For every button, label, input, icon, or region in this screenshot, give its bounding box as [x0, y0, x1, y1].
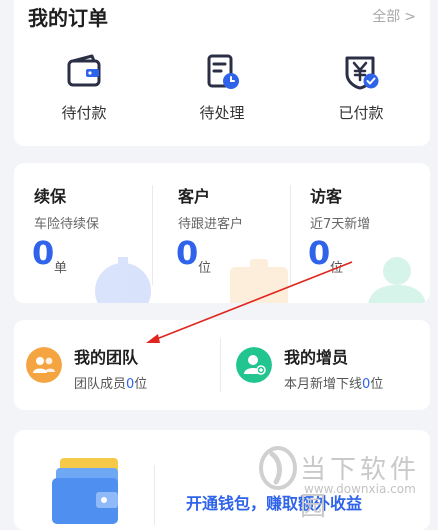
stat-subtitle: 车险待续保 [34, 217, 100, 232]
team-subtitle-suffix: 位 [134, 377, 148, 392]
wallet-icon [67, 54, 101, 87]
team-subtitle-suffix: 位 [370, 377, 384, 392]
stat-unit: 位 [330, 261, 344, 276]
stats-card: 续保 车险待续保 0 单 客户 待跟进客户 0 位 访客 近7天新增 0 位 [14, 163, 430, 303]
document-clock-icon [207, 54, 239, 89]
order-item-label: 待处理 [199, 104, 245, 122]
yen-shield-check-icon [345, 56, 379, 90]
order-processing[interactable]: 待处理 [162, 52, 282, 123]
stat-value: 0 [176, 234, 199, 272]
team-card: 我的团队 团队成员0位 我的增员 本月新增下线0位 [14, 320, 430, 410]
my-team-entry[interactable]: 我的团队 团队成员0位 [14, 320, 219, 410]
stat-title: 续保 [34, 187, 67, 206]
orders-all-link[interactable]: 全部 > [372, 6, 416, 26]
orders-all-label: 全部 [372, 9, 401, 25]
order-pending-payment[interactable]: 待付款 [24, 52, 144, 123]
stat-value: 0 [308, 234, 331, 272]
my-recruits-entry[interactable]: 我的增员 本月新增下线0位 [224, 320, 430, 410]
order-item-label: 待付款 [61, 104, 107, 122]
team-icon [26, 347, 62, 383]
stat-title: 客户 [178, 187, 211, 206]
stat-visitors[interactable]: 访客 近7天新增 0 位 [290, 163, 428, 303]
divider [220, 338, 221, 392]
wallet-cards-icon [52, 458, 118, 524]
stat-value: 0 [32, 234, 55, 272]
stat-renewal[interactable]: 续保 车险待续保 0 单 [14, 163, 152, 303]
stat-subtitle: 近7天新增 [310, 217, 371, 232]
stat-customers[interactable]: 客户 待跟进客户 0 位 [158, 163, 296, 303]
team-title: 我的增员 [284, 348, 349, 367]
orders-title: 我的订单 [28, 6, 108, 30]
add-member-icon [236, 347, 272, 383]
order-item-label: 已付款 [338, 104, 384, 122]
team-subtitle-prefix: 本月新增下线 [284, 377, 363, 392]
team-subtitle: 本月新增下线0位 [284, 373, 383, 392]
stat-unit: 单 [54, 261, 68, 276]
chevron-right-icon: > [404, 9, 416, 25]
orders-card: 我的订单 全部 > 待付款 待处理 已付款 [14, 0, 430, 146]
stat-title: 访客 [310, 187, 343, 206]
watermark-url: www.downxia.com [304, 482, 416, 496]
divider [154, 465, 155, 525]
stat-unit: 位 [198, 261, 212, 276]
watermark-logo-icon [259, 446, 297, 490]
team-subtitle: 团队成员0位 [74, 373, 147, 392]
team-title: 我的团队 [74, 348, 139, 367]
order-paid[interactable]: 已付款 [301, 52, 421, 123]
stat-subtitle: 待跟进客户 [178, 217, 244, 232]
divider [152, 185, 153, 285]
team-subtitle-prefix: 团队成员 [74, 377, 127, 392]
